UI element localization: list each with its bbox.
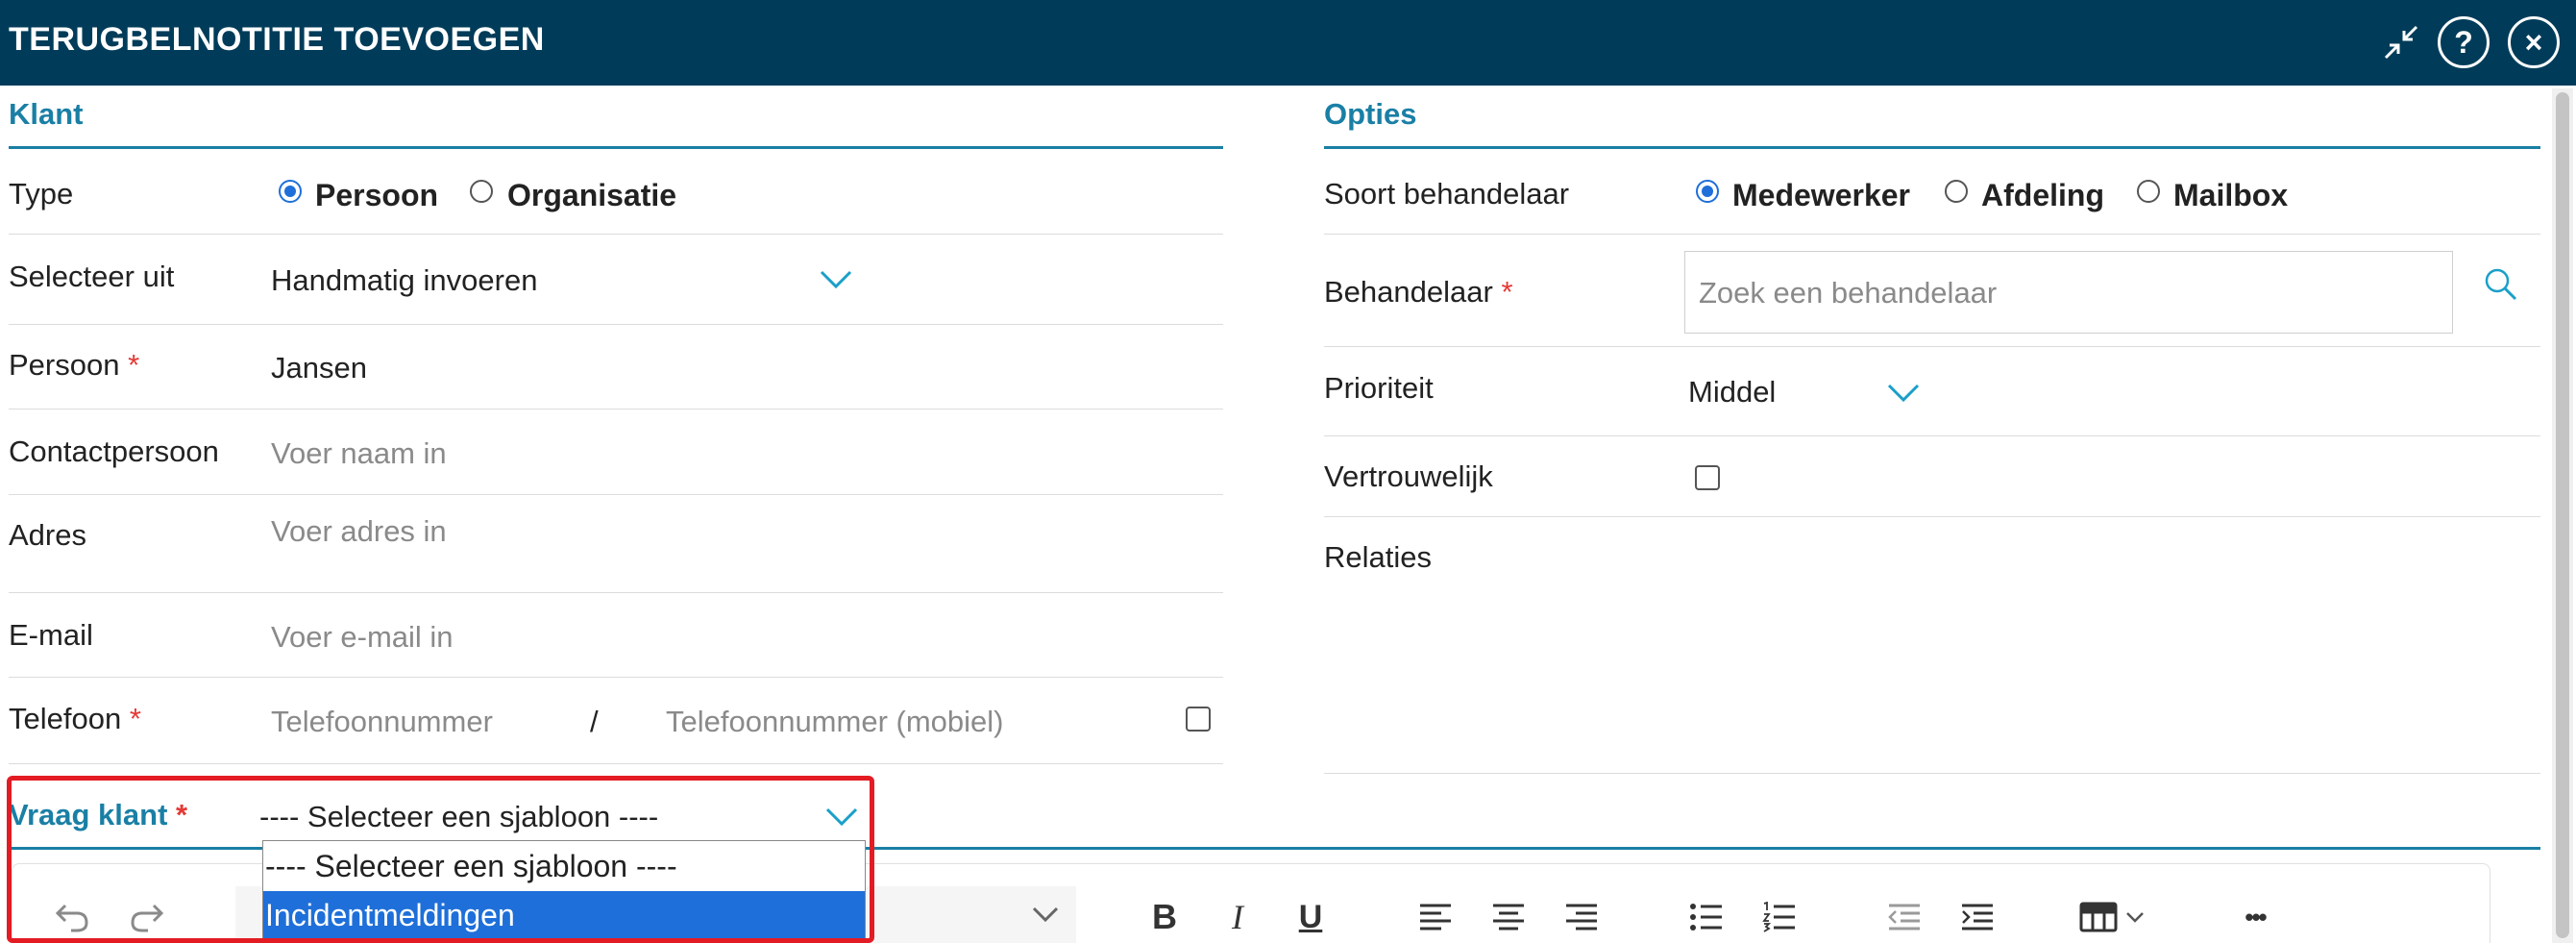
contactpersoon-label: Contactpersoon	[9, 434, 219, 468]
chevron-down-icon[interactable]	[820, 269, 852, 290]
behandelaar-label: Behandelaar *	[1324, 275, 1513, 309]
persoon-input[interactable]: Jansen	[271, 351, 367, 385]
relaties-label: Relaties	[1324, 540, 1432, 574]
prioriteit-select[interactable]: Middel	[1688, 375, 1776, 409]
radio-medewerker-label[interactable]: Medewerker	[1732, 178, 1910, 213]
dialog-title: TERUGBELNOTITIE TOEVOEGEN	[9, 21, 545, 58]
radio-organisatie[interactable]	[470, 180, 493, 203]
scrollbar-thumb[interactable]	[2556, 92, 2569, 938]
telefoon-checkbox[interactable]	[1186, 707, 1211, 732]
contactpersoon-input[interactable]: Voer naam in	[271, 436, 447, 471]
divider	[9, 324, 1223, 325]
dialog-titlebar: TERUGBELNOTITIE TOEVOEGEN ? ×	[0, 0, 2576, 86]
telefoon-separator: /	[590, 705, 599, 738]
align-left-icon[interactable]	[1414, 894, 1457, 940]
section-klant-heading: Klant	[9, 97, 84, 131]
bold-icon[interactable]: B	[1143, 894, 1186, 940]
vertrouwelijk-checkbox[interactable]	[1695, 465, 1720, 490]
persoon-label: Persoon *	[9, 348, 140, 382]
underline-icon[interactable]: U	[1289, 894, 1332, 940]
table-icon[interactable]	[2077, 894, 2150, 940]
numbered-list-icon[interactable]	[1758, 894, 1801, 940]
telefoon-mobiel-input[interactable]: Telefoonnummer (mobiel)	[666, 705, 1003, 739]
more-icon[interactable]: •••	[2231, 894, 2279, 940]
prioriteit-label: Prioriteit	[1324, 371, 1434, 405]
radio-organisatie-label[interactable]: Organisatie	[507, 178, 676, 213]
behandelaar-placeholder: Zoek een behandelaar	[1699, 276, 1998, 310]
telefoon-input[interactable]: Telefoonnummer	[271, 705, 493, 739]
chevron-down-icon	[1032, 906, 1059, 923]
radio-afdeling-label[interactable]: Afdeling	[1981, 178, 2104, 213]
highlight-box	[7, 776, 874, 943]
adres-input[interactable]: Voer adres in	[271, 514, 447, 549]
divider	[9, 494, 1223, 495]
telefoon-label: Telefoon *	[9, 702, 141, 735]
close-icon[interactable]: ×	[2508, 16, 2560, 68]
outdent-icon[interactable]	[1883, 894, 1926, 940]
search-icon[interactable]	[2484, 267, 2518, 302]
radio-afdeling[interactable]	[1945, 180, 1968, 203]
divider	[9, 763, 1223, 764]
email-label: E-mail	[9, 618, 93, 652]
divider	[1324, 346, 2540, 347]
radio-medewerker[interactable]	[1696, 180, 1719, 203]
italic-icon[interactable]: I	[1216, 894, 1259, 940]
selecteer-uit-select[interactable]: Handmatig invoeren	[271, 263, 537, 298]
selecteer-uit-label: Selecteer uit	[9, 260, 175, 293]
soort-behandelaar-label: Soort behandelaar	[1324, 177, 1570, 211]
chevron-down-icon[interactable]	[1887, 383, 1920, 404]
behandelaar-search-input[interactable]: Zoek een behandelaar	[1684, 251, 2453, 334]
divider	[1324, 773, 2540, 774]
divider	[9, 677, 1223, 678]
collapse-icon[interactable]	[2375, 16, 2427, 68]
divider	[9, 234, 1223, 235]
align-right-icon[interactable]	[1560, 894, 1603, 940]
adres-label: Adres	[9, 518, 86, 552]
radio-mailbox[interactable]	[2137, 180, 2160, 203]
indent-icon[interactable]	[1956, 894, 1999, 940]
divider	[1324, 435, 2540, 436]
vertrouwelijk-label: Vertrouwelijk	[1324, 459, 1493, 493]
type-label: Type	[9, 177, 74, 211]
radio-mailbox-label[interactable]: Mailbox	[2173, 178, 2288, 213]
divider	[1324, 516, 2540, 517]
radio-persoon-label[interactable]: Persoon	[315, 178, 438, 213]
radio-persoon[interactable]	[279, 180, 302, 203]
bullet-list-icon[interactable]	[1685, 894, 1728, 940]
scrollbar[interactable]	[2552, 88, 2573, 943]
email-input[interactable]: Voer e-mail in	[271, 620, 454, 655]
section-opties-heading: Opties	[1324, 97, 1417, 131]
align-center-icon[interactable]	[1487, 894, 1530, 940]
divider	[1324, 234, 2540, 235]
section-opties-rule	[1324, 146, 2540, 149]
section-klant-rule	[9, 146, 1223, 149]
divider	[9, 592, 1223, 593]
help-icon[interactable]: ?	[2438, 16, 2490, 68]
